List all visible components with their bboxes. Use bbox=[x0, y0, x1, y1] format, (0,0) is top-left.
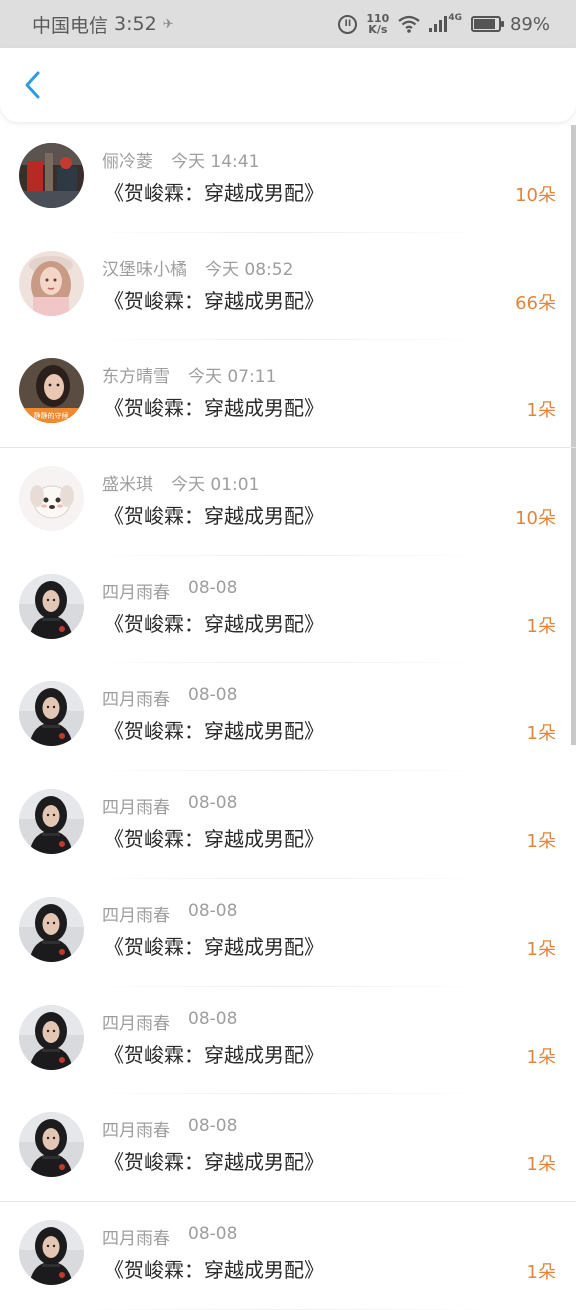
flower-count: 1朵 bbox=[526, 723, 556, 745]
gift-time: 今天 01:01 bbox=[171, 475, 260, 496]
book-title[interactable]: 《贺峻霖：穿越成男配》 bbox=[104, 392, 324, 421]
sender-line: 四月雨春 08-08 bbox=[102, 793, 237, 818]
clock: 3:52 bbox=[114, 13, 157, 35]
list-item[interactable]: 四月雨春 08-08 《贺峻霖：穿越成男配》 1朵 bbox=[0, 879, 576, 987]
sender-name[interactable]: 四月雨春 bbox=[102, 1116, 170, 1141]
list-item[interactable]: 静静的守候 东方晴雪 今天 07:11 《贺峻霖：穿越成男配》 1朵 bbox=[0, 340, 576, 449]
gift-time: 08-08 bbox=[188, 577, 238, 598]
list-item[interactable]: 四月雨春 08-08 《贺峻霖：穿越成男配》 1朵 bbox=[0, 663, 576, 772]
book-title[interactable]: 《贺峻霖：穿越成男配》 bbox=[104, 715, 324, 744]
sim-notification-icon: ✈ bbox=[162, 16, 174, 32]
row-divider bbox=[84, 1308, 488, 1310]
gift-time: 08-08 bbox=[188, 685, 238, 706]
battery-fill bbox=[473, 19, 496, 29]
sender-name[interactable]: 四月雨春 bbox=[102, 578, 170, 603]
book-title[interactable]: 《贺峻霖：穿越成男配》 bbox=[104, 285, 324, 314]
list-item[interactable]: 俪冷菱 今天 14:41 《贺峻霖：穿越成男配》 10朵 bbox=[0, 125, 576, 233]
book-title[interactable]: 《贺峻霖：穿越成男配》 bbox=[104, 608, 324, 637]
gift-time: 今天 07:11 bbox=[188, 367, 277, 388]
battery-icon bbox=[470, 16, 504, 32]
sender-name[interactable]: 汉堡味小橘 bbox=[102, 255, 187, 280]
sender-name[interactable]: 四月雨春 bbox=[102, 901, 170, 926]
flower-count: 66朵 bbox=[515, 292, 556, 314]
book-title[interactable]: 《贺峻霖：穿越成男配》 bbox=[104, 931, 324, 960]
sender-line: 盛米琪 今天 01:01 bbox=[102, 470, 259, 495]
avatar[interactable] bbox=[19, 1004, 84, 1070]
sender-line: 汉堡味小橘 今天 08:52 bbox=[102, 255, 293, 280]
book-title[interactable]: 《贺峻霖：穿越成男配》 bbox=[104, 500, 324, 529]
sender-line: 俪冷菱 今天 14:41 bbox=[102, 147, 259, 172]
sender-line: 四月雨春 08-08 bbox=[102, 1116, 237, 1141]
gift-time: 08-08 bbox=[188, 900, 238, 921]
avatar[interactable] bbox=[19, 573, 84, 639]
book-title[interactable]: 《贺峻霖：穿越成男配》 bbox=[104, 1254, 324, 1283]
status-left: 中国电信 3:52 ✈ bbox=[32, 11, 174, 38]
app-header bbox=[0, 48, 576, 122]
flower-count: 1朵 bbox=[526, 615, 556, 637]
avatar[interactable] bbox=[19, 1219, 84, 1285]
network-type: 4G bbox=[448, 13, 462, 23]
signal-icon bbox=[429, 16, 448, 32]
avatar[interactable] bbox=[19, 1112, 84, 1178]
status-right: II 110 K/s 4G 89% bbox=[338, 13, 550, 35]
flower-count: 1朵 bbox=[526, 831, 556, 853]
book-title[interactable]: 《贺峻霖：穿越成男配》 bbox=[104, 1039, 324, 1068]
flower-count: 1朵 bbox=[526, 400, 556, 422]
flower-count: 10朵 bbox=[515, 508, 556, 530]
avatar[interactable] bbox=[19, 250, 84, 316]
gift-list: 俪冷菱 今天 14:41 《贺峻霖：穿越成男配》 10朵 汉堡味小橘 今天 08:52 《… bbox=[0, 125, 576, 1310]
battery-percent: 89% bbox=[509, 13, 550, 35]
flower-count: 1朵 bbox=[526, 1154, 556, 1176]
back-button[interactable] bbox=[16, 68, 50, 102]
sender-line: 四月雨春 08-08 bbox=[102, 1009, 237, 1034]
sender-name[interactable]: 盛米琪 bbox=[102, 470, 153, 495]
avatar[interactable] bbox=[19, 789, 84, 855]
data-saver-icon: II bbox=[338, 14, 358, 34]
network-speed-unit: K/s bbox=[368, 23, 388, 36]
status-bar: 中国电信 3:52 ✈ II 110 K/s 4G 89% bbox=[0, 0, 576, 48]
avatar[interactable] bbox=[19, 896, 84, 962]
gift-time: 今天 08:52 bbox=[205, 259, 294, 280]
gift-time: 08-08 bbox=[188, 1116, 238, 1137]
avatar[interactable] bbox=[19, 143, 84, 208]
network-speed: 110 K/s bbox=[366, 13, 389, 35]
wifi-icon bbox=[398, 15, 421, 33]
chevron-left-icon bbox=[25, 71, 40, 99]
avatar[interactable] bbox=[19, 681, 84, 747]
sender-name[interactable]: 东方晴雪 bbox=[102, 362, 170, 387]
sender-line: 东方晴雪 今天 07:11 bbox=[102, 362, 276, 387]
carrier-label: 中国电信 bbox=[32, 14, 109, 37]
avatar[interactable]: 静静的守候 bbox=[19, 358, 84, 424]
avatar[interactable] bbox=[19, 466, 84, 532]
list-item[interactable]: 四月雨春 08-08 《贺峻霖：穿越成男配》 1朵 bbox=[0, 987, 576, 1095]
sender-line: 四月雨春 08-08 bbox=[102, 578, 237, 603]
sender-line: 四月雨春 08-08 bbox=[102, 1224, 237, 1249]
sender-name[interactable]: 四月雨春 bbox=[102, 1009, 170, 1034]
gift-time: 08-08 bbox=[188, 793, 238, 814]
flower-count: 1朵 bbox=[526, 1046, 556, 1068]
sender-name[interactable]: 四月雨春 bbox=[102, 1224, 170, 1249]
gift-time: 08-08 bbox=[188, 1008, 238, 1029]
list-item[interactable]: 汉堡味小橘 今天 08:52 《贺峻霖：穿越成男配》 66朵 bbox=[0, 233, 576, 341]
sender-line: 四月雨春 08-08 bbox=[102, 901, 237, 926]
gift-time: 08-08 bbox=[188, 1223, 238, 1244]
sender-name[interactable]: 四月雨春 bbox=[102, 793, 170, 818]
book-title[interactable]: 《贺峻霖：穿越成男配》 bbox=[104, 823, 324, 852]
list-item[interactable]: 四月雨春 08-08 《贺峻霖：穿越成男配》 1朵 bbox=[0, 1202, 576, 1310]
list-item[interactable]: 四月雨春 08-08 《贺峻霖：穿越成男配》 1朵 bbox=[0, 771, 576, 879]
gift-time: 今天 14:41 bbox=[171, 152, 260, 172]
sender-line: 四月雨春 08-08 bbox=[102, 685, 237, 710]
list-item[interactable]: 四月雨春 08-08 《贺峻霖：穿越成男配》 1朵 bbox=[0, 556, 576, 664]
flower-count: 1朵 bbox=[526, 938, 556, 960]
list-item[interactable]: 四月雨春 08-08 《贺峻霖：穿越成男配》 1朵 bbox=[0, 1094, 576, 1202]
book-title[interactable]: 《贺峻霖：穿越成男配》 bbox=[104, 177, 324, 206]
book-title[interactable]: 《贺峻霖：穿越成男配》 bbox=[104, 1146, 324, 1175]
svg-text:静静的守候: 静静的守候 bbox=[34, 411, 69, 420]
list-item[interactable]: 盛米琪 今天 01:01 《贺峻霖：穿越成男配》 10朵 bbox=[0, 448, 576, 556]
sender-name[interactable]: 俪冷菱 bbox=[102, 147, 153, 172]
flower-count: 10朵 bbox=[515, 185, 556, 206]
sender-name[interactable]: 四月雨春 bbox=[102, 685, 170, 710]
